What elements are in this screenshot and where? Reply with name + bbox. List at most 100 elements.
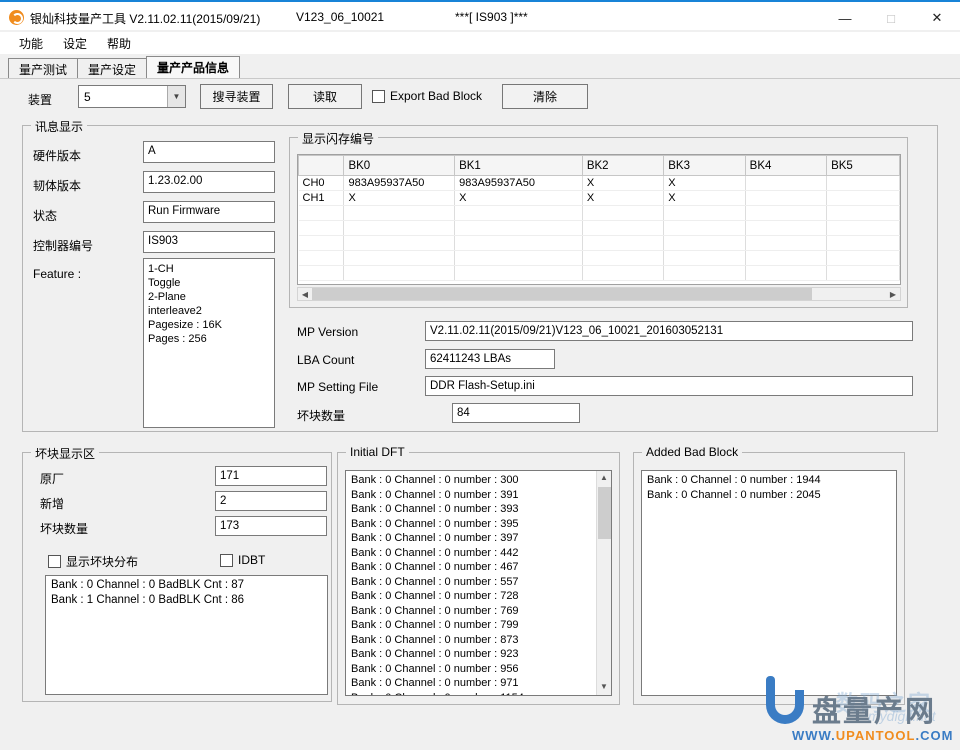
read-button[interactable]: 读取 [288,84,362,109]
initial-dft-list[interactable]: Bank : 0 Channel : 0 number : 300Bank : … [345,470,612,696]
scroll-right-icon[interactable]: ▶ [886,288,900,300]
cell-ch1-bk2: X [582,191,663,206]
show-bad-block-dist-checkbox[interactable]: 显示坏块分布 [48,553,138,570]
menu-settings[interactable]: 设定 [54,33,96,54]
list-item[interactable]: Bank : 0 Channel : 0 number : 728 [351,589,595,604]
window-controls: — □ ✕ [822,4,960,32]
list-item[interactable]: Bank : 0 Channel : 0 number : 2045 [647,488,896,503]
scroll-down-icon[interactable]: ▼ [597,680,611,695]
list-item[interactable]: Bank : 0 Channel : 0 number : 467 [351,560,595,575]
total-bad-field[interactable]: 173 [215,516,327,536]
status-field[interactable]: Run Firmware [143,201,275,223]
lba-count-label: LBA Count [297,353,354,367]
list-item[interactable]: Bank : 0 Channel : 0 number : 873 [351,633,595,648]
mp-setting-file-field[interactable]: DDR Flash-Setup.ini [425,376,913,396]
dft-vertical-scrollbar[interactable]: ▲ ▼ [596,471,611,695]
col-header-bk4: BK4 [745,156,826,176]
controller-id-field[interactable]: IS903 [143,231,275,253]
list-item[interactable]: Bank : 0 Channel : 0 BadBLK Cnt : 87 [51,578,327,593]
show-bad-block-dist-label: 显示坏块分布 [66,553,138,570]
checkbox-box-icon[interactable] [48,555,61,568]
app-icon [9,10,24,25]
device-select[interactable]: 5 ▼ [78,85,186,108]
status-label: 状态 [33,207,57,224]
list-item[interactable]: Bank : 0 Channel : 0 number : 1944 [647,473,896,488]
col-header-bk0: BK0 [344,156,455,176]
hw-version-field[interactable]: A [143,141,275,163]
list-item[interactable]: Bank : 0 Channel : 0 number : 300 [351,473,595,488]
tab-mp-settings[interactable]: 量产设定 [77,58,147,78]
bad-block-group-title: 坏块显示区 [31,445,99,462]
list-item[interactable]: Bank : 0 Channel : 0 number : 923 [351,647,595,662]
idbt-checkbox[interactable]: IDBT [220,553,265,567]
new-bad-field[interactable]: 2 [215,491,327,511]
bad-block-list[interactable]: Bank : 0 Channel : 0 BadBLK Cnt : 87Bank… [45,575,328,695]
tab-mp-test[interactable]: 量产测试 [8,58,78,78]
scroll-up-icon[interactable]: ▲ [597,471,611,486]
bad-block-count-label: 坏块数量 [297,407,345,424]
list-item[interactable]: Bank : 0 Channel : 0 number : 397 [351,531,595,546]
list-item[interactable]: Bank : 0 Channel : 0 number : 393 [351,502,595,517]
scrollbar-thumb[interactable] [312,288,812,300]
flash-id-table[interactable]: BK0 BK1 BK2 BK3 BK4 BK5 CH0 983A95937A50… [297,154,901,285]
minimize-button[interactable]: — [822,4,868,32]
maximize-button[interactable]: □ [868,4,914,32]
col-header-bk2: BK2 [582,156,663,176]
watermark-url-www: WWW. [792,728,836,743]
lba-count-field[interactable]: 62411243 LBAs [425,349,555,369]
list-item[interactable]: Bank : 0 Channel : 0 number : 1154 [351,691,595,697]
scroll-left-icon[interactable]: ◀ [298,288,312,300]
initial-dft-group-title: Initial DFT [346,445,409,459]
menu-help[interactable]: 帮助 [98,33,140,54]
list-item[interactable]: Bank : 0 Channel : 0 number : 799 [351,618,595,633]
row-label-ch0: CH0 [299,176,344,191]
cell-ch0-bk5 [827,176,900,191]
watermark-url-com: .COM [915,728,953,743]
scrollbar-thumb[interactable] [598,487,611,539]
table-row[interactable]: CH1 X X X X [299,191,900,206]
tab-mp-product-info[interactable]: 量产产品信息 [146,56,240,78]
row-label-ch1: CH1 [299,191,344,206]
export-bad-block-checkbox[interactable]: Export Bad Block [372,89,482,103]
cell-ch1-bk0: X [344,191,455,206]
window-title: 银灿科技量产工具 V2.11.02.11(2015/09/21) [30,10,260,27]
clear-button[interactable]: 清除 [502,84,588,109]
flash-id-group-title: 显示闪存编号 [298,130,378,147]
added-bad-block-list[interactable]: Bank : 0 Channel : 0 number : 1944Bank :… [641,470,897,696]
checkbox-box-icon[interactable] [220,554,233,567]
factory-bad-field[interactable]: 171 [215,466,327,486]
menu-function[interactable]: 功能 [10,33,52,54]
bad-block-count-field[interactable]: 84 [452,403,580,423]
fw-version-field[interactable]: 1.23.02.00 [143,171,275,193]
list-item[interactable]: Bank : 0 Channel : 0 number : 971 [351,676,595,691]
list-item[interactable]: Bank : 0 Channel : 0 number : 557 [351,575,595,590]
mp-version-label: MP Version [297,325,358,339]
search-device-button[interactable]: 搜寻装置 [200,84,273,109]
list-item[interactable]: Bank : 0 Channel : 0 number : 442 [351,546,595,561]
feature-field[interactable]: 1-CH Toggle 2-Plane interleave2 Pagesize… [143,258,275,428]
list-item[interactable]: Bank : 0 Channel : 0 number : 391 [351,488,595,503]
col-header-bk3: BK3 [664,156,745,176]
mp-setting-file-label: MP Setting File [297,380,378,394]
list-item[interactable]: Bank : 1 Channel : 0 BadBLK Cnt : 86 [51,593,327,608]
idbt-label: IDBT [238,553,265,567]
table-horizontal-scrollbar[interactable]: ◀ ▶ [297,287,901,301]
list-item[interactable]: Bank : 0 Channel : 0 number : 956 [351,662,595,677]
table-row [299,221,900,236]
cell-ch0-bk2: X [582,176,663,191]
list-item[interactable]: Bank : 0 Channel : 0 number : 395 [351,517,595,532]
cell-ch0-bk1: 983A95937A50 [455,176,583,191]
close-button[interactable]: ✕ [914,4,960,32]
menu-bar: 功能 设定 帮助 [0,32,960,54]
table-row[interactable]: CH0 983A95937A50 983A95937A50 X X [299,176,900,191]
export-bad-block-label: Export Bad Block [390,89,482,103]
chevron-down-icon[interactable]: ▼ [167,86,185,107]
table-row [299,236,900,251]
checkbox-box-icon[interactable] [372,90,385,103]
table-header-row: BK0 BK1 BK2 BK3 BK4 BK5 [299,156,900,176]
window-controller-tag: ***[ IS903 ]*** [455,10,528,24]
table-row [299,251,900,266]
feature-label: Feature : [33,267,81,281]
mp-version-field[interactable]: V2.11.02.11(2015/09/21)V123_06_10021_201… [425,321,913,341]
list-item[interactable]: Bank : 0 Channel : 0 number : 769 [351,604,595,619]
